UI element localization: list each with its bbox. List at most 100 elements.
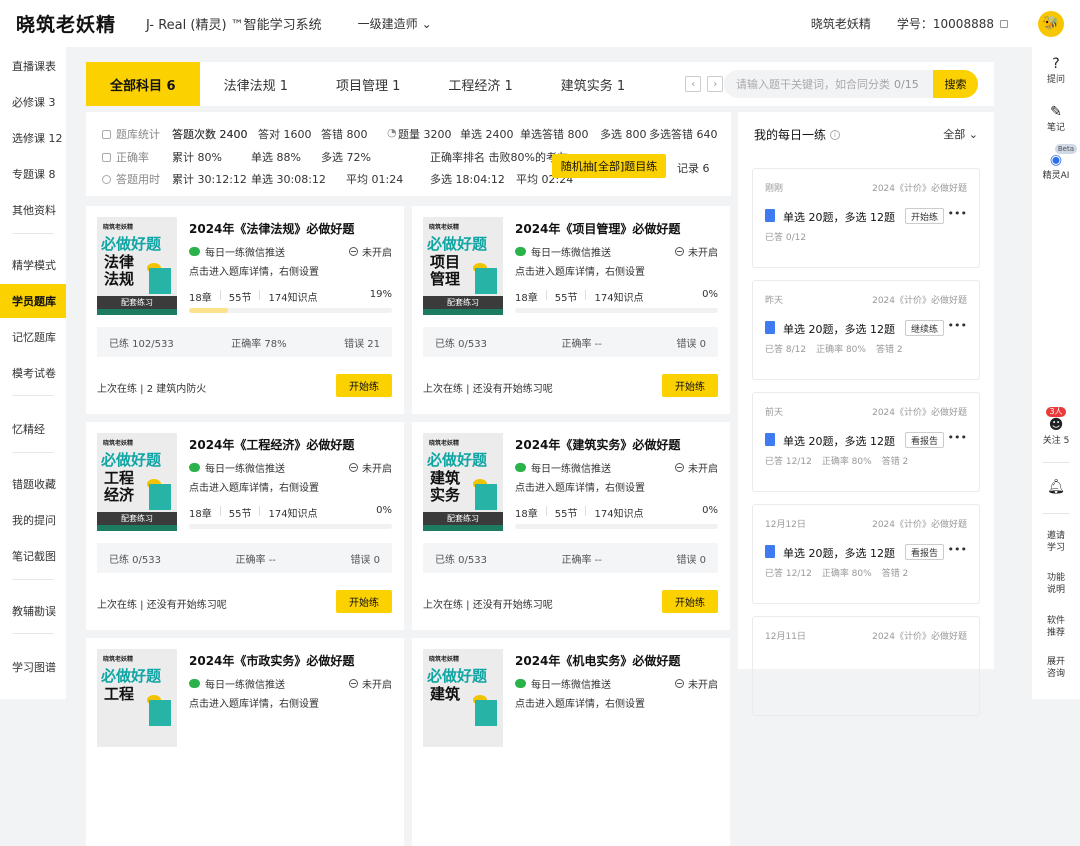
follow-button[interactable]: 3人 ☻ 关注 5 [1032, 407, 1080, 447]
more-icon[interactable]: ••• [948, 543, 967, 556]
question-bank-card[interactable]: 晓筑老妖精 必做好题 工程 经济 配套练习 2024年《工程经济》必做好题 每日… [86, 422, 404, 630]
question-bank-card[interactable]: 晓筑老妖精 必做好题 建筑 实务 配套练习 2024年《建筑实务》必做好题 每日… [412, 422, 730, 630]
accuracy: 正确率 -- [235, 554, 276, 566]
software-button[interactable]: 软件 推荐 [1032, 615, 1080, 639]
more-icon[interactable]: ••• [948, 207, 967, 220]
wechat-push: 每日一练微信推送 [515, 460, 611, 475]
note-button[interactable]: ✎ 笔记 [1032, 104, 1080, 134]
sidebar-item-study-map[interactable]: 学习图谱 [0, 650, 66, 684]
question-bank-card[interactable]: 晓筑老妖精 必做好题 建筑 2024年《机电实务》必做好题 每日一练微信推送 未… [412, 638, 730, 846]
sidebar-item-live[interactable]: 直播课表 [0, 49, 66, 83]
question-bank-card[interactable]: 晓筑老妖精 必做好题 项目 管理 配套练习 2024年《项目管理》必做好题 每日… [412, 206, 730, 414]
card-title[interactable]: 2024年《市政实务》必做好题 [189, 652, 354, 669]
sidebar-item-intensive[interactable]: 精学模式 [0, 248, 66, 282]
sidebar-item-errata[interactable]: 教辅勘误 [0, 594, 66, 628]
more-icon[interactable]: ••• [948, 319, 967, 332]
question-bank-card[interactable]: 晓筑老妖精 必做好题 工程 2024年《市政实务》必做好题 每日一练微信推送 未… [86, 638, 404, 846]
sidebar-item-my-questions[interactable]: 我的提问 [0, 503, 66, 537]
daily-action-button[interactable]: 看报告 [905, 432, 945, 448]
record-link[interactable]: 记录 6 [677, 160, 710, 176]
more-icon[interactable]: ••• [948, 431, 967, 444]
sidebar-item-note-screenshots[interactable]: 笔记截图 [0, 539, 66, 573]
card-cover[interactable]: 晓筑老妖精 必做好题 工程 经济 配套练习 [97, 433, 177, 531]
push-toggle[interactable]: 未开启 [349, 676, 392, 691]
push-toggle[interactable]: 未开启 [675, 460, 718, 475]
daily-accuracy: 正确率 80% [821, 457, 872, 467]
wrong-count[interactable]: 错误 0 [676, 335, 706, 350]
sidebar-item-topic[interactable]: 专题课 8 [0, 157, 66, 191]
chevron-left-icon[interactable]: ‹ [685, 76, 702, 92]
accuracy: 正确率 -- [561, 338, 602, 350]
sidebar-item-other[interactable]: 其他资料 [0, 193, 66, 227]
ask-button[interactable]: ? 提问 [1032, 56, 1080, 86]
daily-date: 刚刚 [765, 184, 784, 194]
cert-select[interactable]: 一级建造师 ⌄ [358, 15, 432, 32]
push-toggle[interactable]: 未开启 [349, 244, 392, 259]
user-id: 学号：10008888 [897, 15, 1008, 32]
daily-action-button[interactable]: 开始练 [905, 208, 945, 224]
chevron-right-icon[interactable]: › [707, 76, 724, 92]
card-cover[interactable]: 晓筑老妖精 必做好题 建筑 实务 配套练习 [423, 433, 503, 531]
wechat-push-label: 每日一练微信推送 [205, 680, 285, 691]
tab-law[interactable]: 法律法规 1 [200, 62, 312, 106]
wrong-count[interactable]: 错误 0 [676, 551, 706, 566]
card-title[interactable]: 2024年《机电实务》必做好题 [515, 652, 680, 669]
push-toggle[interactable]: 未开启 [349, 460, 392, 475]
daily-filter[interactable]: 全部 ⌄ [943, 126, 978, 142]
wrong-count[interactable]: 错误 21 [344, 335, 380, 350]
info-icon[interactable]: i [830, 129, 841, 140]
avatar[interactable]: 🐝 [1038, 10, 1064, 37]
sidebar-item-wrong-collection[interactable]: 错题收藏 [0, 467, 66, 501]
daily-card[interactable]: 12月11日 2024《计价》必做好题 [752, 616, 980, 716]
question-bank-card[interactable]: 晓筑老妖精 必做好题 法律 法规 配套练习 2024年《法律法规》必做好题 每日… [86, 206, 404, 414]
start-practice-button[interactable]: 开始练 [662, 590, 718, 613]
copy-icon[interactable] [1000, 19, 1008, 28]
sidebar-item-memory-bank[interactable]: 记忆题库 [0, 320, 66, 354]
cover-title: 必做好题 [427, 235, 488, 253]
tab-building[interactable]: 建筑实务 1 [537, 62, 649, 106]
stat-value: 平均 01:24 [346, 173, 404, 186]
card-title[interactable]: 2024年《法律法规》必做好题 [189, 220, 354, 237]
daily-card[interactable]: 刚刚 2024《计价》必做好题 单选 20题，多选 12题 开始练 ••• 已答… [752, 168, 980, 268]
search-button[interactable]: 搜索 [933, 70, 978, 98]
cover-title: 必做好题 [101, 667, 162, 685]
daily-card[interactable]: 前天 2024《计价》必做好题 单选 20题，多选 12题 看报告 ••• 已答… [752, 392, 980, 492]
start-practice-button[interactable]: 开始练 [662, 374, 718, 397]
daily-action-button[interactable]: 继续练 [905, 320, 945, 336]
search-input[interactable] [736, 77, 890, 91]
card-cover[interactable]: 晓筑老妖精 必做好题 建筑 [423, 649, 503, 747]
card-cover[interactable]: 晓筑老妖精 必做好题 工程 [97, 649, 177, 747]
sidebar-item-mock-exam[interactable]: 模考试卷 [0, 356, 66, 390]
tab-project[interactable]: 项目管理 1 [312, 62, 424, 106]
sidebar-item-question-bank[interactable]: 学员题库 [0, 284, 66, 318]
logo[interactable]: 晓筑老妖精 [16, 10, 116, 37]
card-cover[interactable]: 晓筑老妖精 必做好题 法律 法规 配套练习 [97, 217, 177, 315]
tab-all[interactable]: 全部科目 6 [86, 62, 200, 106]
sidebar-item-required[interactable]: 必修课 3 [0, 85, 66, 119]
start-practice-button[interactable]: 开始练 [336, 374, 392, 397]
card-title[interactable]: 2024年《工程经济》必做好题 [189, 436, 354, 453]
user-name[interactable]: 晓筑老妖精 [811, 15, 871, 32]
progress-percent: 0% [702, 289, 718, 300]
tab-economy[interactable]: 工程经济 1 [424, 62, 536, 106]
invite-button[interactable]: 邀请 学习 [1032, 530, 1080, 554]
random-practice-button[interactable]: 随机抽[全部]题目练 [552, 154, 666, 178]
start-practice-button[interactable]: 开始练 [336, 590, 392, 613]
wrong-count[interactable]: 错误 0 [350, 551, 380, 566]
card-title[interactable]: 2024年《建筑实务》必做好题 [515, 436, 680, 453]
cover-decor [149, 268, 171, 294]
card-cover[interactable]: 晓筑老妖精 必做好题 项目 管理 配套练习 [423, 217, 503, 315]
sidebar-item-elective[interactable]: 选修课 12 [0, 121, 66, 155]
push-toggle[interactable]: 未开启 [675, 244, 718, 259]
push-toggle[interactable]: 未开启 [675, 676, 718, 691]
daily-wrong: 答错 2 [881, 569, 909, 579]
ai-button[interactable]: Beta ◉ 精灵AI [1032, 144, 1080, 182]
notification-button[interactable]: 🔔︎ [1032, 479, 1080, 497]
feature-button[interactable]: 功能 说明 [1032, 572, 1080, 596]
daily-card[interactable]: 12月12日 2024《计价》必做好题 单选 20题，多选 12题 看报告 ••… [752, 504, 980, 604]
card-title[interactable]: 2024年《项目管理》必做好题 [515, 220, 680, 237]
sidebar-item-memory-classic[interactable]: 忆精经 [0, 412, 66, 446]
daily-action-button[interactable]: 看报告 [905, 544, 945, 560]
consult-button[interactable]: 展开 咨询 [1032, 656, 1080, 680]
daily-card[interactable]: 昨天 2024《计价》必做好题 单选 20题，多选 12题 继续练 ••• 已答… [752, 280, 980, 380]
